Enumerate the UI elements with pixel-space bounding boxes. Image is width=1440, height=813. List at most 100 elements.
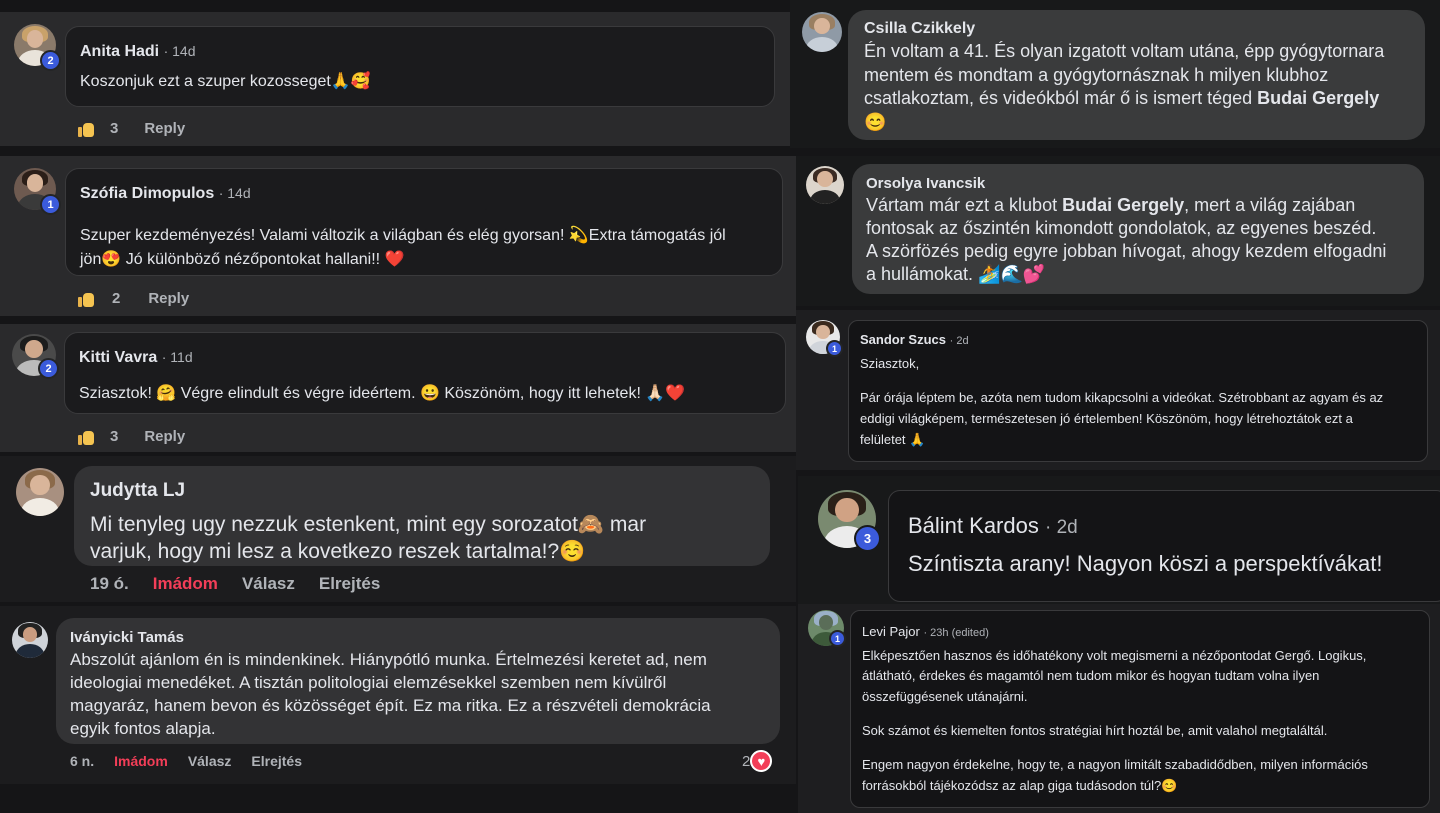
mention-link[interactable]: Budai Gergely xyxy=(1257,88,1379,108)
thumbs-up-icon[interactable] xyxy=(78,121,94,137)
comment-text-line: Szuper kezdeményezés! Valami változik a … xyxy=(80,227,726,244)
hide-button[interactable]: Elrejtés xyxy=(251,753,302,769)
comment-panel-levi: 1 Levi Pajor · 23h (edited) Elképesztően… xyxy=(798,604,1440,813)
author-name[interactable]: Anita Hadi xyxy=(80,43,159,60)
separator-dot: · xyxy=(1044,517,1057,538)
timestamp[interactable]: 6 n. xyxy=(70,753,94,769)
comment-panel-csilla: Csilla Czikkely Én voltam a 41. És olyan… xyxy=(790,0,1440,148)
comment-text-line: Sok számot és kiemelten fontos stratégia… xyxy=(862,723,1328,738)
comment-text-line: Engem nagyon érdekelne, hogy te, a nagyo… xyxy=(862,757,1368,772)
author-name[interactable]: Bálint Kardos xyxy=(908,513,1039,538)
timestamp[interactable]: 19 ó. xyxy=(90,574,129,594)
comment-text-line: Én voltam a 41. És olyan izgatott voltam… xyxy=(864,41,1385,61)
comment-text-line: 😊 xyxy=(864,112,887,132)
comment-bubble: Csilla Czikkely Én voltam a 41. És olyan… xyxy=(848,10,1425,140)
comment-text-line: A szörfözés pedig egyre jobban hívogat, … xyxy=(866,241,1387,261)
comment-text: Koszonjuk ezt a szuper kozosseget🙏🥰 xyxy=(80,73,371,90)
comment-text-line: Abszolút ajánlom én is mindenkinek. Hián… xyxy=(70,650,707,669)
author-name[interactable]: Levi Pajor xyxy=(862,624,920,639)
avatar[interactable] xyxy=(802,12,842,52)
comment-panel-sandor: 1 Sandor Szucs · 2d Sziasztok, Pár órája… xyxy=(796,310,1440,470)
comment-text-line: összefüggésenek utánajárni. xyxy=(862,689,1028,704)
comment-text-line: a hullámokat. 🏄🌊💕 xyxy=(866,264,1046,284)
like-count: 3 xyxy=(110,428,119,445)
rank-badge: 1 xyxy=(829,630,846,647)
comment-actions: 2 Reply xyxy=(78,290,189,307)
comment-actions: 19 ó. Imádom Válasz Elrejtés xyxy=(90,574,380,594)
comment-panel-kitti: 2 Kitti Vavra · 11d Sziasztok! 🤗 Végre e… xyxy=(0,324,796,452)
author-name[interactable]: Kitti Vavra xyxy=(79,349,157,366)
comment-bubble: Kitti Vavra · 11d Sziasztok! 🤗 Végre eli… xyxy=(64,332,786,414)
author-name[interactable]: Judytta LJ xyxy=(90,480,185,502)
comment-text: Színtiszta arany! Nagyon köszi a perspek… xyxy=(908,551,1383,576)
mention-link[interactable]: Budai Gergely xyxy=(1062,195,1184,215)
comment-bubble: Bálint Kardos · 2d Színtiszta arany! Nag… xyxy=(888,490,1440,602)
timestamp[interactable]: 14d xyxy=(172,43,195,59)
comment-actions: 6 n. Imádom Válasz Elrejtés xyxy=(70,753,302,769)
rank-badge: 1 xyxy=(826,340,843,357)
comment-bubble: Szófia Dimopulos · 14d Szuper kezdeménye… xyxy=(65,168,783,276)
author-name[interactable]: Sandor Szucs xyxy=(860,332,946,347)
thumbs-up-icon[interactable] xyxy=(78,291,94,307)
comment-text-line: Pár órája léptem be, azóta nem tudom kik… xyxy=(860,390,1384,405)
comment-text-line: felületet 🙏 xyxy=(860,432,926,447)
love-reaction-button[interactable]: Imádom xyxy=(153,574,218,594)
comment-panel-judytta: Judytta LJ Mi tenyleg ugy nezzuk estenke… xyxy=(0,456,796,602)
timestamp[interactable]: 11d xyxy=(170,349,192,365)
comment-text-line: fontosak az őszintén kimondott gondolato… xyxy=(866,218,1377,238)
comment-text-line: ideologiai menedéket. A tisztán politolo… xyxy=(70,673,667,692)
thumbs-up-icon[interactable] xyxy=(78,429,94,445)
hide-button[interactable]: Elrejtés xyxy=(319,574,380,594)
comment-text-line: mentem és mondtam a gyógytornásznak h mi… xyxy=(864,65,1329,85)
rank-badge: 2 xyxy=(38,358,59,379)
rank-badge: 1 xyxy=(40,194,61,215)
comment-text-line: eddigi világképem, természetesen jó érte… xyxy=(860,411,1353,426)
reply-button[interactable]: Reply xyxy=(148,290,189,307)
heart-icon: ♥ xyxy=(750,750,773,772)
reply-button[interactable]: Válasz xyxy=(242,574,295,594)
comment-actions: 3 Reply xyxy=(78,120,185,137)
timestamp[interactable]: 2d xyxy=(956,335,968,347)
comment-text-line: , mert a világ zajában xyxy=(1184,195,1356,215)
author-name[interactable]: Csilla Czikkely xyxy=(864,20,975,38)
like-count: 2 xyxy=(112,290,121,307)
comment-bubble: Orsolya Ivancsik Vártam már ezt a klubot… xyxy=(852,164,1424,294)
avatar[interactable] xyxy=(16,468,64,516)
comment-panel-ivanyicki: Iványicki Tamás Abszolút ajánlom én is m… xyxy=(0,606,796,784)
comment-text-line: jön😍 Jó különböző nézőpontokat hallani!!… xyxy=(80,251,405,268)
love-reaction-button[interactable]: Imádom xyxy=(114,753,168,769)
separator-dot: · xyxy=(163,43,173,59)
author-name[interactable]: Orsolya Ivancsik xyxy=(866,175,985,192)
separator-dot: · xyxy=(161,349,171,365)
comment-panel-orsolya: Orsolya Ivancsik Vártam már ezt a klubot… xyxy=(796,156,1440,306)
separator-dot: · xyxy=(218,185,228,201)
timestamp[interactable]: 2d xyxy=(1057,517,1078,538)
author-name[interactable]: Iványicki Tamás xyxy=(70,629,184,646)
comment-panel-balint: 3 Bálint Kardos · 2d Színtiszta arany! N… xyxy=(798,476,1440,604)
comment-text: Sziasztok! 🤗 Végre elindult és végre ide… xyxy=(79,385,686,402)
avatar[interactable] xyxy=(806,166,844,204)
comment-bubble: Levi Pajor · 23h (edited) Elképesztően h… xyxy=(850,610,1430,808)
reply-button[interactable]: Reply xyxy=(144,120,185,137)
timestamp[interactable]: 14d xyxy=(227,185,250,201)
comment-bubble: Sandor Szucs · 2d Sziasztok, Pár órája l… xyxy=(848,320,1428,462)
comment-panel-anita: 2 Anita Hadi · 14d Koszonjuk ezt a szupe… xyxy=(0,12,790,146)
comment-text-line: Vártam már ezt a klubot xyxy=(866,195,1063,215)
comment-bubble: Judytta LJ Mi tenyleg ugy nezzuk estenke… xyxy=(74,466,770,566)
reply-button[interactable]: Válasz xyxy=(188,753,232,769)
timestamp[interactable]: 23h (edited) xyxy=(930,627,989,639)
author-name[interactable]: Szófia Dimopulos xyxy=(80,185,214,202)
reply-button[interactable]: Reply xyxy=(144,428,185,445)
comment-text-line: csatlakoztam, és videókból már ő is isme… xyxy=(864,88,1258,108)
comment-text-line: Mi tenyleg ugy nezzuk estenkent, mint eg… xyxy=(90,513,647,536)
reaction-summary[interactable]: 2 ♥ xyxy=(742,750,773,772)
comment-text-line: egyik fontos alapja. xyxy=(70,719,216,738)
reaction-count: 2 xyxy=(742,752,751,770)
comment-text-line: forrásokból tájékozódsz az alap giga tud… xyxy=(862,778,1178,793)
comment-actions: 3 Reply xyxy=(78,428,185,445)
rank-badge: 3 xyxy=(854,525,881,552)
like-count: 3 xyxy=(110,120,119,137)
avatar[interactable] xyxy=(12,622,48,658)
comment-panel-szofia: 1 Szófia Dimopulos · 14d Szuper kezdemén… xyxy=(0,156,796,316)
comment-text-line: Elképesztően hasznos és időhatékony volt… xyxy=(862,648,1367,663)
